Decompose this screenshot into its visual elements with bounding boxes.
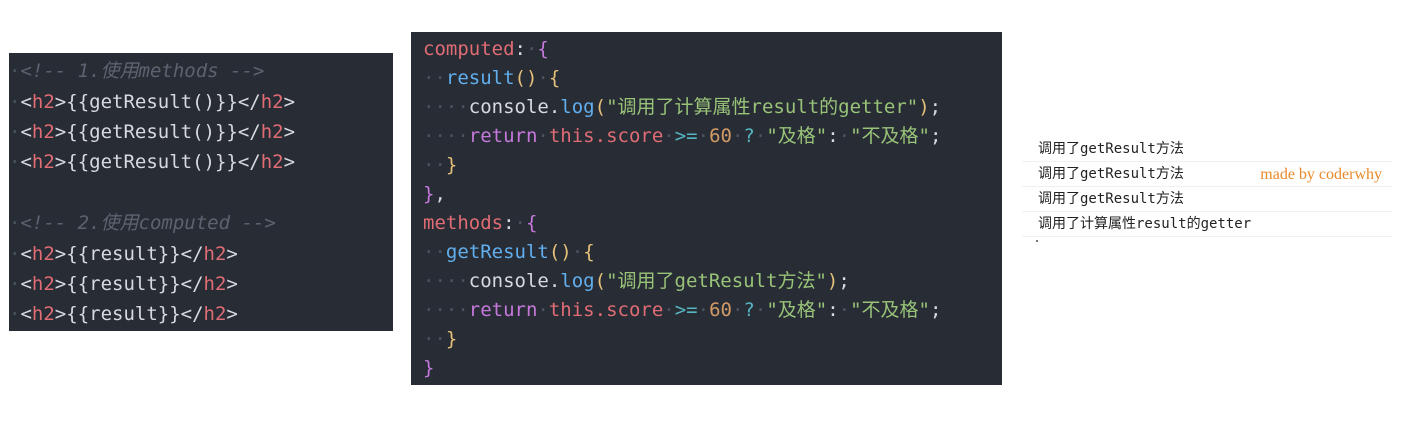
indent-guide: · bbox=[9, 60, 21, 82]
code-line-result-fn: ··result()·{ bbox=[423, 67, 561, 89]
code-line-getresult-return: ····return·this.score·>=·60·?·"及格":·"不及格… bbox=[423, 299, 942, 321]
code-line-h2-getresult: ·<h2>{{getResult()}}</h2> bbox=[9, 151, 296, 173]
code-line-computed-close: }, bbox=[423, 183, 446, 205]
console-message: 调用了getResult方法 bbox=[1038, 141, 1184, 157]
code-line-methods: methods:·{ bbox=[423, 212, 538, 234]
template-code-panel: ·<!-- 1.使用methods --> ·<h2>{{getResult()… bbox=[9, 53, 393, 331]
console-row: 调用了getResult方法 bbox=[1022, 187, 1392, 212]
code-line-getresult-fn: ··getResult()·{ bbox=[423, 241, 595, 263]
console-message: 调用了计算属性result的getter bbox=[1038, 216, 1252, 232]
script-code-panel: computed:·{ ··result()·{ ····console.log… bbox=[411, 32, 1002, 385]
console-row: 调用了getResult方法 bbox=[1022, 137, 1392, 162]
comment: <!-- 1.使用methods --> bbox=[20, 60, 265, 82]
code-line-h2-result: ·<h2>{{result}}</h2> bbox=[9, 303, 238, 325]
code-line-h2-result: ·<h2>{{result}}</h2> bbox=[9, 243, 238, 265]
code-line-methods-close: } bbox=[423, 357, 435, 379]
console-message: 调用了getResult方法 bbox=[1038, 191, 1184, 207]
code-line-result-log: ····console.log("调用了计算属性result的getter"); bbox=[423, 96, 942, 118]
code-line-getresult-close: ··} bbox=[423, 328, 458, 350]
code-line-result-close: ··} bbox=[423, 154, 458, 176]
code-line-result-return: ····return·this.score·>=·60·?·"及格":·"不及格… bbox=[423, 125, 942, 147]
code-line-h2-getresult: ·<h2>{{getResult()}}</h2> bbox=[9, 91, 296, 113]
watermark: made by coderwhy bbox=[1260, 166, 1382, 183]
code-line-computed: computed:·{ bbox=[423, 38, 549, 60]
code-line-h2-getresult: ·<h2>{{getResult()}}</h2> bbox=[9, 121, 296, 143]
code-line-h2-result: ·<h2>{{result}}</h2> bbox=[9, 273, 238, 295]
code-line-getresult-log: ····console.log("调用了getResult方法"); bbox=[423, 270, 850, 292]
console-message: 调用了getResult方法 bbox=[1038, 166, 1184, 182]
console-prompt-marker bbox=[1036, 240, 1038, 242]
code-line-comment-computed: ·<!-- 2.使用computed --> bbox=[9, 212, 276, 234]
console-row: 调用了计算属性result的getter bbox=[1022, 212, 1392, 237]
code-line-comment-methods: ·<!-- 1.使用methods --> bbox=[9, 56, 264, 86]
console-output: 调用了getResult方法 调用了getResult方法 made by cod… bbox=[1022, 137, 1392, 237]
comment: <!-- 2.使用computed --> bbox=[20, 212, 276, 234]
console-row: 调用了getResult方法 made by coderwhy bbox=[1022, 162, 1392, 187]
